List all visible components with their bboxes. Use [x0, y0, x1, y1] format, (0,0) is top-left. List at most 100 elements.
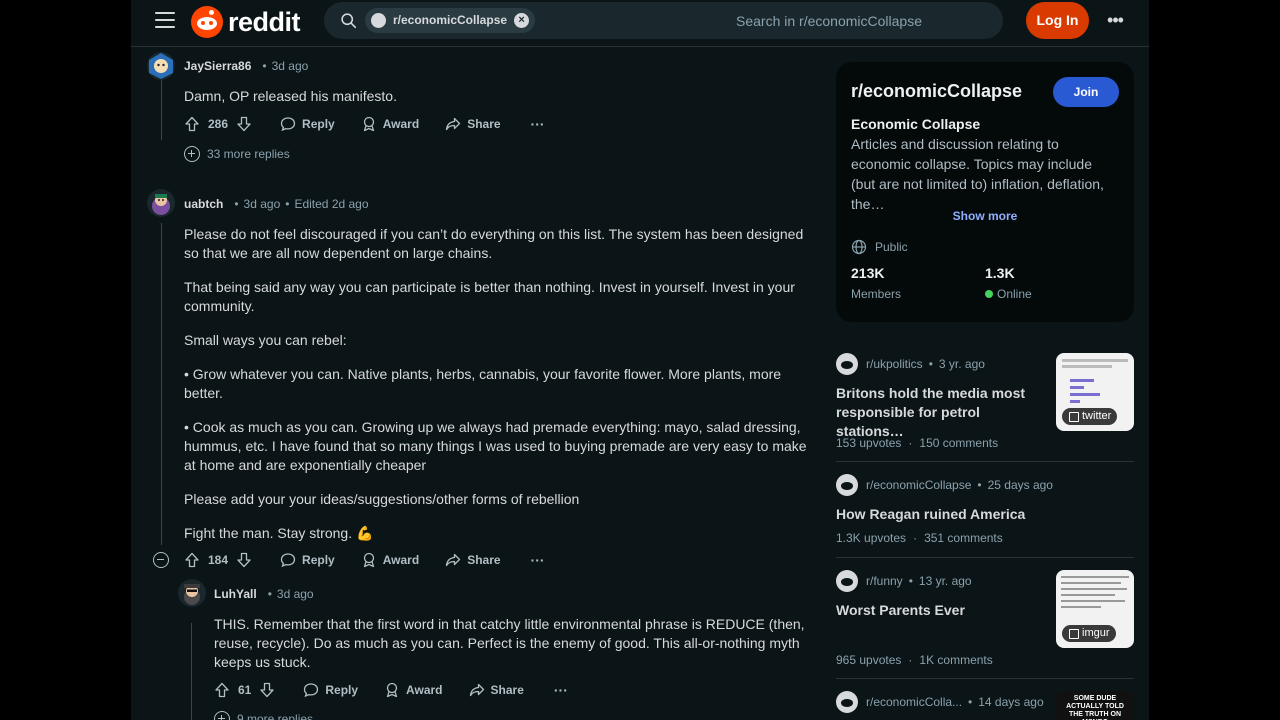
upvote-icon[interactable] — [214, 682, 230, 698]
reply-button[interactable]: Reply — [280, 552, 335, 568]
search-bar[interactable]: r/economicCollapse × — [324, 2, 1003, 39]
members-stat: 213K Members — [851, 265, 901, 301]
vote-control: 61 — [214, 682, 275, 698]
share-button[interactable]: Share — [445, 116, 501, 132]
post-meta: r/economicColla... • 14 days ago — [836, 691, 1044, 713]
login-button[interactable]: Log In — [1026, 2, 1089, 39]
more-replies-link[interactable]: 9 more replies — [214, 711, 313, 720]
vote-control: 184 — [184, 552, 252, 568]
more-replies-label: 9 more replies — [237, 712, 314, 720]
comment-author[interactable]: LuhYall — [214, 587, 257, 601]
post-time: 14 days ago — [978, 695, 1044, 709]
post-thumbnail[interactable]: imgur — [1056, 570, 1134, 648]
post-subreddit[interactable]: r/economicColla... — [866, 695, 962, 709]
award-icon — [363, 116, 374, 132]
visibility-label: Public — [875, 240, 908, 254]
post-comments: 351 comments — [924, 531, 1003, 545]
post-meta: r/ukpolitics • 3 yr. ago — [836, 353, 985, 375]
online-count: 1.3K — [985, 265, 1015, 281]
post-subreddit[interactable]: r/ukpolitics — [866, 357, 923, 371]
reply-icon — [304, 683, 319, 698]
downvote-icon[interactable] — [259, 682, 275, 698]
more-options-icon[interactable]: ••• — [1106, 11, 1124, 29]
reply-icon — [280, 117, 296, 132]
post-title[interactable]: How Reagan ruined America — [836, 505, 1126, 524]
logo-text: reddit — [228, 6, 301, 37]
show-more-button[interactable]: Show more — [836, 209, 1134, 223]
comment-edited: Edited 2d ago — [294, 197, 369, 211]
join-button[interactable]: Join — [1053, 77, 1119, 107]
award-button[interactable]: Award — [384, 682, 443, 698]
comment-text: That being said any way you can particip… — [184, 279, 795, 314]
search-scope-chip[interactable]: r/economicCollapse × — [365, 8, 536, 33]
collapse-icon[interactable] — [153, 552, 169, 568]
comment-section: JaySierra86 • 3d ago Damn, OP released his… — [131, 48, 821, 720]
close-icon[interactable]: × — [514, 13, 530, 28]
visibility-row: Public — [851, 239, 908, 255]
related-post[interactable]: r/funny • 13 yr. ago Worst Parents Ever 96… — [836, 570, 1134, 670]
award-button[interactable]: Award — [361, 552, 419, 568]
reddit-logo[interactable]: reddit — [191, 6, 301, 38]
search-scope-label: r/economicCollapse — [393, 13, 508, 27]
post-title[interactable]: Worst Parents Ever — [836, 601, 1046, 620]
avatar[interactable] — [147, 52, 175, 80]
community-title[interactable]: r/economicCollapse — [851, 81, 1022, 102]
vote-count: 184 — [208, 553, 229, 567]
comment-text: Fight the man. Stay strong. 💪 — [184, 525, 374, 541]
top-navbar: reddit r/economicCollapse × Log In ••• — [131, 0, 1149, 47]
related-post[interactable]: r/economicColla... • 14 days ago SOME DUDE… — [836, 691, 1134, 720]
post-meta: r/funny • 13 yr. ago — [836, 570, 972, 592]
subreddit-avatar — [836, 353, 858, 375]
post-thumbnail[interactable]: twitter — [1056, 353, 1134, 431]
menu-icon[interactable] — [155, 12, 175, 30]
reply-label: Reply — [302, 553, 335, 567]
divider — [836, 678, 1134, 679]
comment-meta: JaySierra86 • 3d ago — [184, 59, 309, 73]
award-label: Award — [382, 117, 420, 131]
divider — [836, 557, 1134, 558]
share-label: Share — [490, 683, 524, 697]
post-subreddit[interactable]: r/economicCollapse — [866, 478, 971, 492]
related-post[interactable]: r/ukpolitics • 3 yr. ago Britons hold the … — [836, 353, 1134, 453]
related-post[interactable]: r/economicCollapse • 25 days ago How Reaga… — [836, 474, 1134, 549]
more-icon[interactable]: ··· — [554, 682, 568, 698]
post-stats: 1.3K upvotes · 351 comments — [836, 531, 1003, 545]
post-subreddit[interactable]: r/funny — [866, 574, 903, 588]
search-input[interactable] — [736, 2, 986, 39]
post-time: 25 days ago — [987, 478, 1053, 492]
comment-text: • Cook as much as you can. Growing up we… — [184, 419, 807, 473]
share-icon — [469, 683, 484, 697]
comment-time: 3d ago — [243, 197, 281, 211]
reply-button[interactable]: Reply — [303, 682, 358, 698]
downvote-icon[interactable] — [236, 552, 252, 568]
post-thumbnail[interactable]: SOME DUDE ACTUALLY TOLD THE TRUTH ON MSN… — [1056, 691, 1134, 720]
comment-time: 3d ago — [276, 587, 314, 601]
share-button[interactable]: Share — [445, 552, 501, 568]
more-replies-link[interactable]: 33 more replies — [184, 146, 290, 162]
upvote-icon[interactable] — [184, 116, 200, 132]
avatar[interactable] — [178, 579, 206, 607]
share-label: Share — [467, 117, 501, 131]
more-icon[interactable]: ··· — [531, 552, 545, 568]
upvote-icon[interactable] — [184, 552, 200, 568]
vote-count: 61 — [238, 683, 252, 697]
share-icon — [446, 117, 461, 131]
post-title[interactable]: Britons hold the media most responsible … — [836, 384, 1046, 441]
post-comments: 150 comments — [919, 436, 999, 450]
community-description: Articles and discussion relating to econ… — [851, 136, 1104, 212]
downvote-icon[interactable] — [236, 116, 252, 132]
award-button[interactable]: Award — [361, 116, 419, 132]
comment-text: THIS. Remember that the first word in th… — [214, 616, 805, 670]
post-upvotes: 1.3K upvotes — [836, 531, 907, 545]
avatar[interactable] — [147, 189, 175, 217]
globe-icon — [851, 239, 867, 255]
more-icon[interactable]: ··· — [531, 116, 545, 132]
online-stat: 1.3K Online — [985, 265, 1032, 301]
comment-author[interactable]: uabtch — [184, 197, 223, 211]
reply-button[interactable]: Reply — [280, 116, 335, 132]
post-time: 13 yr. ago — [918, 574, 972, 588]
search-icon — [341, 13, 357, 29]
post-comments: 1K comments — [919, 653, 993, 667]
share-button[interactable]: Share — [469, 682, 524, 698]
comment-author[interactable]: JaySierra86 — [184, 59, 251, 73]
